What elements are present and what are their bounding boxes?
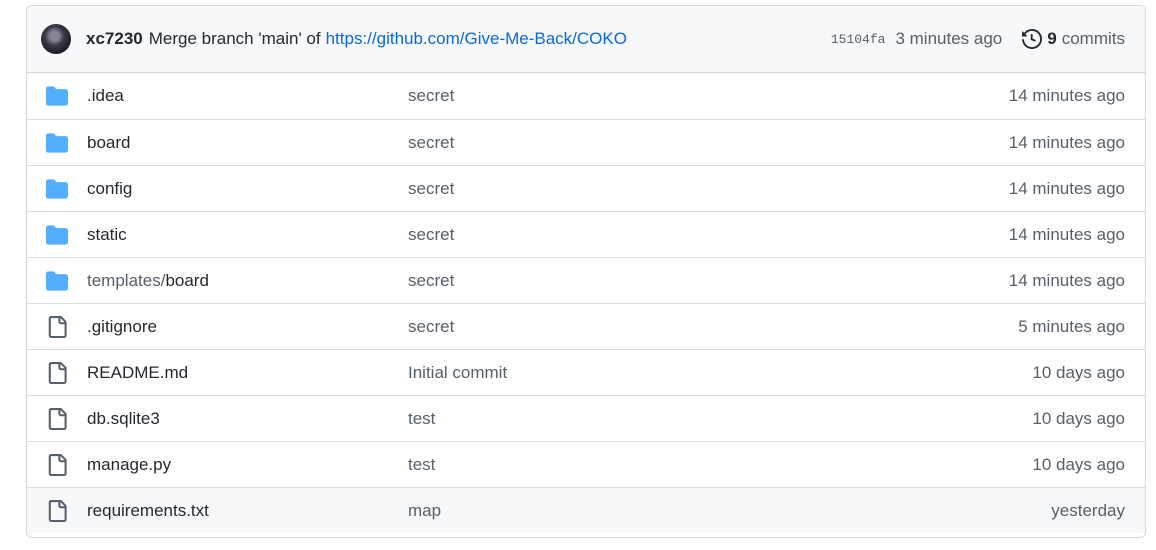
- file-commit-time: 14 minutes ago: [1008, 224, 1125, 244]
- file-name-link[interactable]: config: [87, 179, 132, 199]
- file-icon: [46, 499, 68, 522]
- file-commit-message[interactable]: Initial commit: [408, 363, 507, 383]
- file-icon: [46, 407, 68, 430]
- file-commit-message[interactable]: secret: [408, 179, 454, 199]
- commit-author[interactable]: xc7230: [86, 29, 143, 49]
- folder-icon: [46, 224, 68, 246]
- file-name-link[interactable]: static: [87, 225, 127, 245]
- file-name: .idea: [87, 86, 124, 105]
- avatar[interactable]: [41, 24, 71, 54]
- file-name-link[interactable]: manage.py: [87, 455, 171, 475]
- file-commit-time: 14 minutes ago: [1008, 178, 1125, 198]
- file-commit-time: 10 days ago: [1032, 408, 1125, 428]
- file-name: static: [87, 224, 127, 244]
- file-name-link[interactable]: .gitignore: [87, 317, 157, 337]
- file-commit-time: 14 minutes ago: [1008, 132, 1125, 152]
- file-row[interactable]: .idea secret 14 minutes ago: [27, 73, 1145, 119]
- file-name: README.md: [87, 362, 189, 382]
- file-row[interactable]: manage.py test 10 days ago: [27, 441, 1145, 487]
- file-commit-message[interactable]: test: [408, 409, 435, 429]
- file-name: manage.py: [87, 454, 172, 474]
- file-row[interactable]: templates/board secret 14 minutes ago: [27, 257, 1145, 303]
- folder-icon: [46, 132, 68, 154]
- file-name-link[interactable]: db.sqlite3: [87, 409, 160, 429]
- file-commit-message[interactable]: secret: [408, 133, 454, 153]
- history-icon: [1022, 29, 1043, 49]
- file-list-box: xc7230 Merge branch 'main' of https://gi…: [26, 5, 1146, 538]
- file-commit-message[interactable]: secret: [408, 271, 454, 291]
- file-commit-time: 14 minutes ago: [1008, 86, 1125, 105]
- file-row[interactable]: static secret 14 minutes ago: [27, 211, 1145, 257]
- file-name-link[interactable]: templates/board: [87, 271, 209, 291]
- file-name-link[interactable]: README.md: [87, 363, 188, 383]
- file-commit-message[interactable]: test: [408, 455, 435, 475]
- file-commit-time: 10 days ago: [1032, 454, 1125, 474]
- file-commit-message[interactable]: secret: [408, 317, 454, 337]
- commit-message[interactable]: Merge branch 'main' of: [149, 29, 321, 49]
- commit-time: 3 minutes ago: [895, 29, 1003, 48]
- file-commit-time: 14 minutes ago: [1008, 270, 1125, 290]
- folder-icon: [46, 270, 68, 292]
- file-commit-message[interactable]: map: [408, 501, 441, 521]
- latest-commit-bar: xc7230 Merge branch 'main' of https://gi…: [27, 6, 1145, 73]
- file-name: board: [165, 270, 209, 290]
- file-name-link[interactable]: .idea: [87, 86, 124, 106]
- file-row[interactable]: .gitignore secret 5 minutes ago: [27, 303, 1145, 349]
- file-commit-time: 10 days ago: [1032, 362, 1125, 382]
- folder-icon: [46, 178, 68, 200]
- file-name: requirements.txt: [87, 500, 209, 520]
- file-icon: [46, 315, 68, 338]
- file-row[interactable]: requirements.txt map yesterday: [27, 487, 1145, 533]
- file-name: db.sqlite3: [87, 408, 160, 428]
- file-row[interactable]: config secret 14 minutes ago: [27, 165, 1145, 211]
- file-name-link[interactable]: requirements.txt: [87, 501, 209, 521]
- file-commit-time: yesterday: [1051, 500, 1125, 520]
- file-name: config: [87, 178, 133, 198]
- file-row[interactable]: README.md Initial commit 10 days ago: [27, 349, 1145, 395]
- file-name-dir: templates/: [87, 270, 166, 290]
- file-row[interactable]: db.sqlite3 test 10 days ago: [27, 395, 1145, 441]
- file-name: .gitignore: [87, 316, 157, 336]
- file-name: board: [87, 132, 131, 152]
- file-name-link[interactable]: board: [87, 133, 130, 153]
- folder-icon: [46, 85, 68, 107]
- commit-link[interactable]: https://github.com/Give-Me-Back/COKO: [326, 29, 627, 49]
- file-commit-time: 5 minutes ago: [1018, 316, 1125, 336]
- commits-label: commits: [1061, 29, 1125, 48]
- file-icon: [46, 361, 68, 384]
- file-commit-message[interactable]: secret: [408, 86, 454, 106]
- commit-count: 9: [1047, 29, 1057, 48]
- file-icon: [46, 453, 68, 476]
- file-row[interactable]: board secret 14 minutes ago: [27, 119, 1145, 165]
- commits-link[interactable]: 9 commits: [1022, 29, 1125, 49]
- commit-sha[interactable]: 15104fa: [831, 32, 886, 47]
- file-commit-message[interactable]: secret: [408, 225, 454, 245]
- file-rows: .idea secret 14 minutes ago board secret 14 m…: [27, 73, 1145, 533]
